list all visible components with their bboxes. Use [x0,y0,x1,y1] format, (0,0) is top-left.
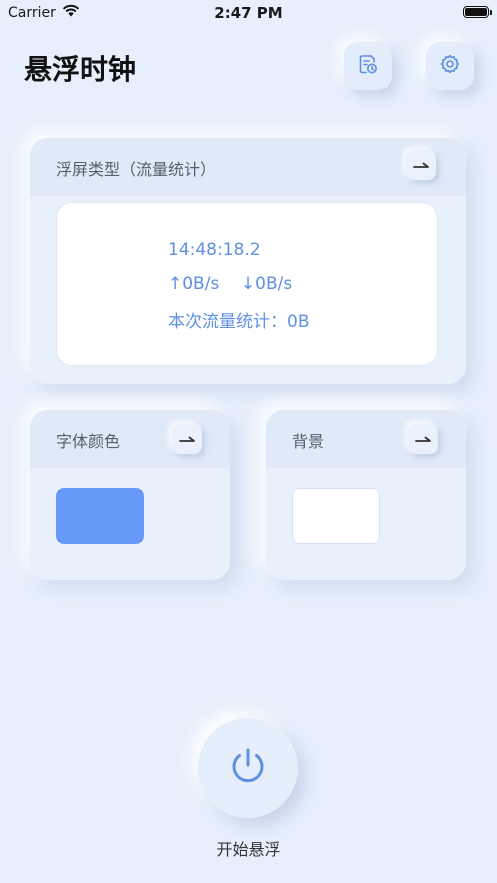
preview-time: 14:48:18.2 [168,240,261,260]
preview-speed: ↑0B/s ↓0B/s [168,274,293,294]
gear-icon [439,53,461,79]
start-float-label[interactable]: 开始悬浮 [0,836,497,860]
preview-traffic: 本次流量统计：0B [168,312,310,332]
font-color-swatch[interactable] [56,488,144,544]
background-title: 背景 [292,432,325,451]
font-color-title: 字体颜色 [56,432,121,451]
status-bar: Carrier 2:47 PM [0,0,497,26]
battery-icon [463,6,492,18]
start-float-button[interactable] [198,718,298,818]
history-button[interactable] [344,42,392,90]
settings-button[interactable] [426,42,474,90]
background-color-swatch[interactable] [292,488,380,544]
background-card: 背景 [266,410,466,580]
float-type-title: 浮屏类型（流量统计） [56,160,217,179]
power-icon [226,744,270,792]
arrow-right-icon [179,430,195,449]
page-title: 悬浮时钟 [24,53,137,86]
float-type-card: 浮屏类型（流量统计） 14:48:18.2 ↑0B/s ↓0B/s 本次流量统计… [30,138,466,384]
status-time: 2:47 PM [214,4,283,22]
history-doc-icon [357,53,379,79]
arrow-right-icon [413,156,429,175]
arrow-right-icon [415,430,431,449]
font-color-toggle-button[interactable] [172,424,202,454]
float-type-toggle-button[interactable] [406,150,436,180]
font-color-card: 字体颜色 [30,410,230,580]
background-toggle-button[interactable] [408,424,438,454]
float-preview: 14:48:18.2 ↑0B/s ↓0B/s 本次流量统计：0B [56,202,438,366]
